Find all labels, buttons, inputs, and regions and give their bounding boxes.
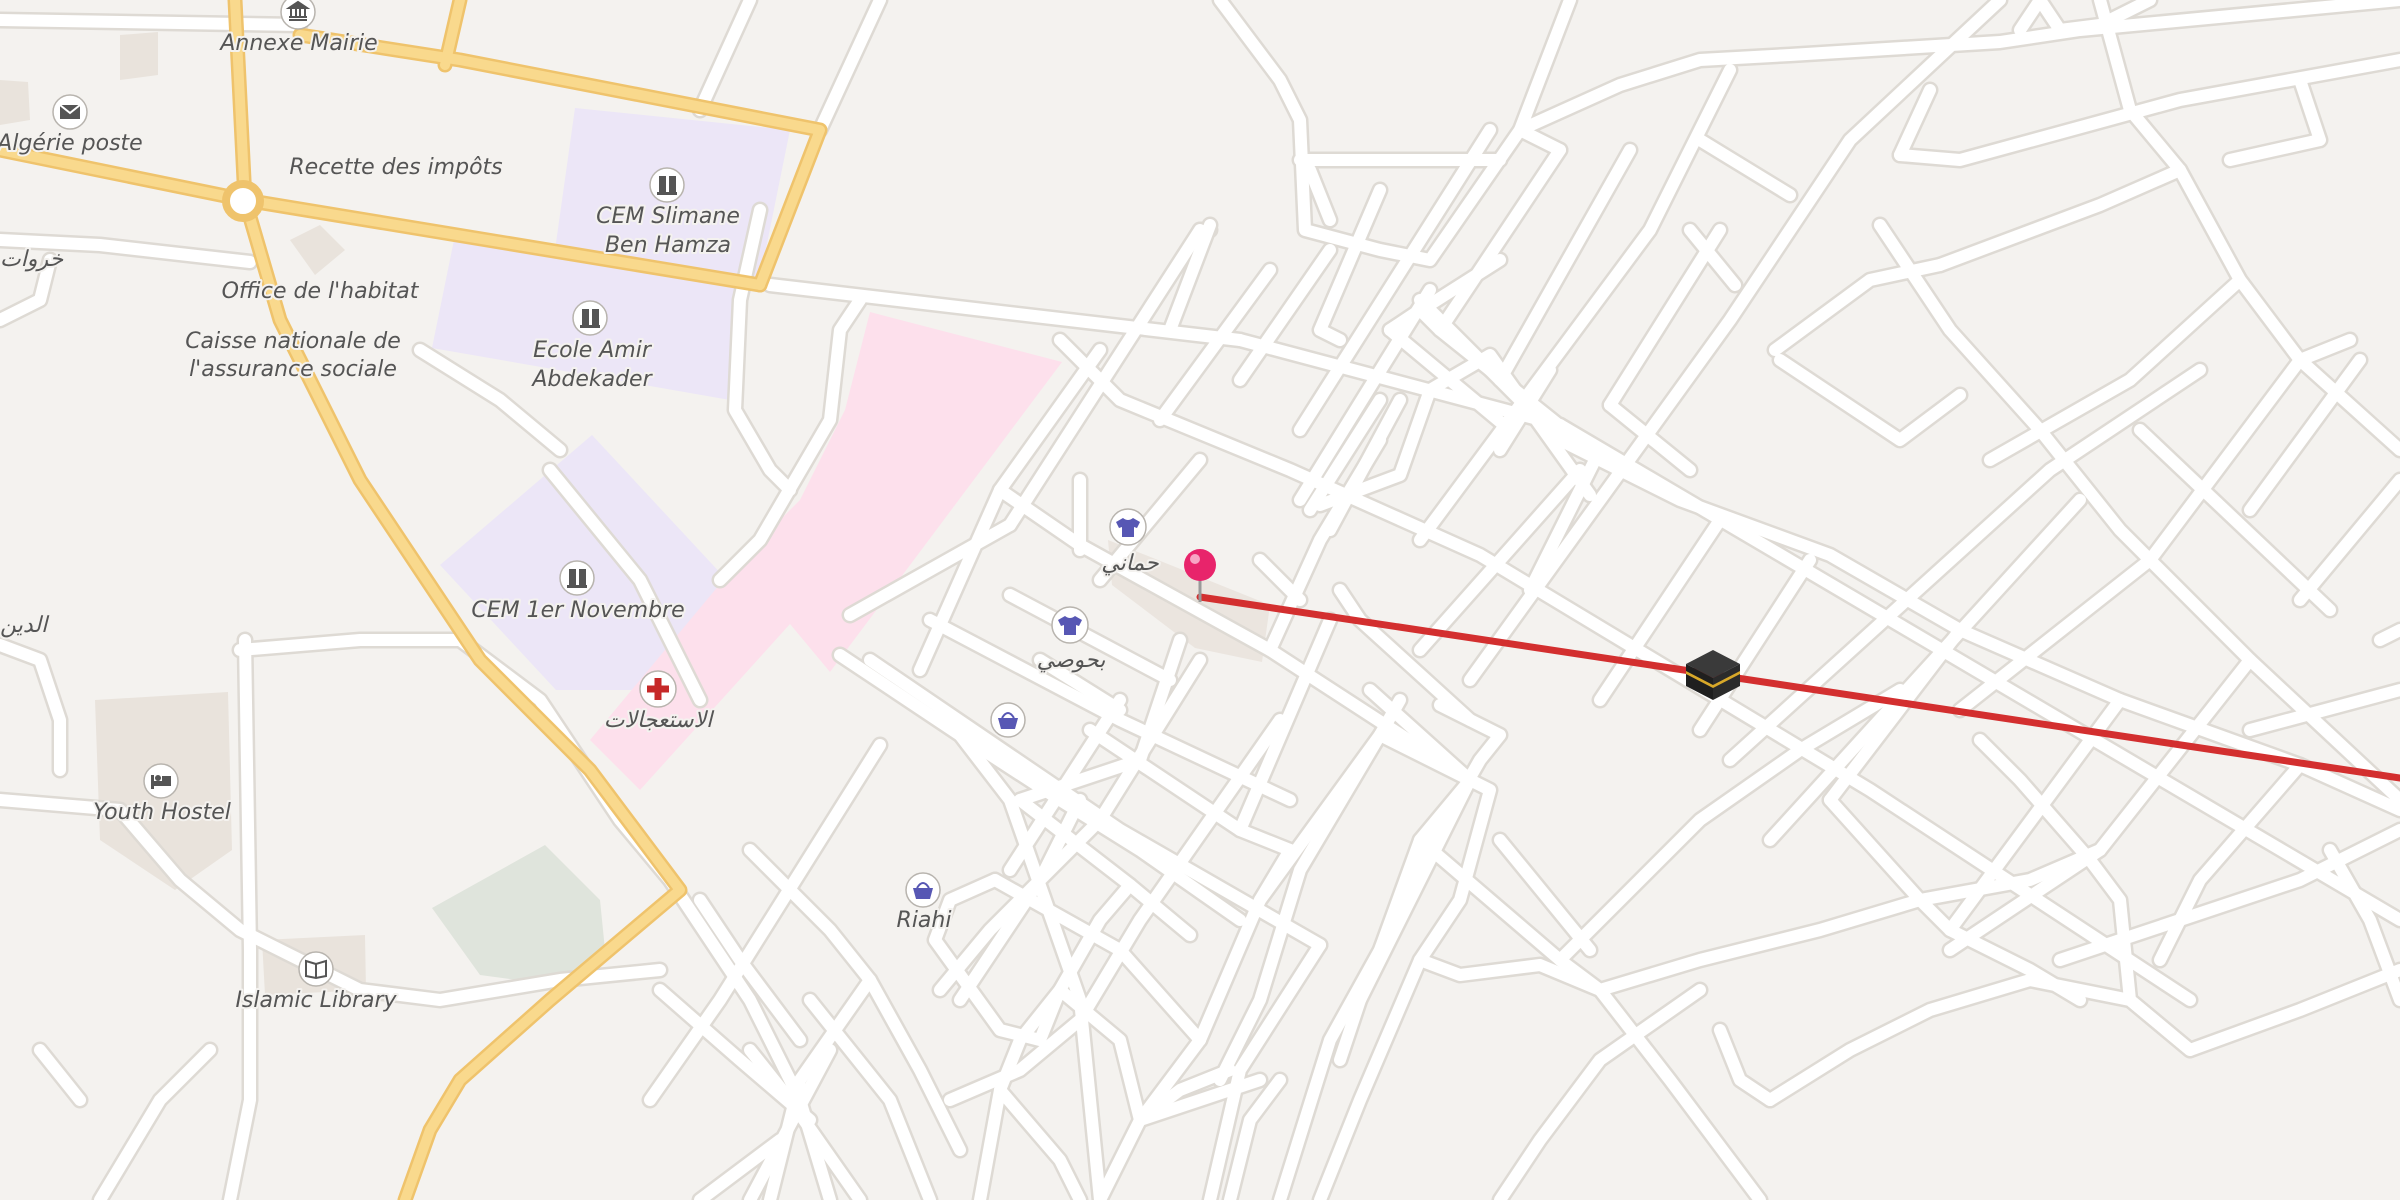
label-cem-1er: CEM 1er Novembre (471, 598, 684, 623)
label-cem-slimane-1: CEM Slimane (596, 204, 740, 229)
mail-icon[interactable] (52, 94, 88, 130)
shopping-basket-icon[interactable] (990, 702, 1026, 738)
label-caisse-2: l'assurance sociale (189, 357, 397, 382)
label-urgences: الاستعجالات (604, 708, 715, 733)
town-hall-icon[interactable] (280, 0, 316, 30)
label-riahi: Riahi (897, 908, 952, 933)
label-eddine: الدين (0, 613, 50, 638)
label-recette-impots: Recette des impôts (289, 155, 502, 180)
bed-icon[interactable] (143, 763, 179, 799)
label-algerie-poste: Algérie poste (0, 131, 143, 156)
label-kharrouat: خروات (0, 247, 64, 272)
label-youth-hostel: Youth Hostel (93, 800, 231, 825)
clothes-shop-icon[interactable] (1051, 606, 1089, 644)
hospital-cross-icon[interactable] (639, 670, 677, 708)
building-left (0, 80, 30, 125)
book-icon[interactable] (298, 951, 334, 987)
school-icon[interactable] (559, 560, 595, 596)
map-canvas[interactable]: Annexe Mairie Algérie poste Recette des … (0, 0, 2400, 1200)
label-hammani: حماني (1101, 551, 1159, 576)
label-ecole-2: Abdekader (530, 367, 653, 392)
label-cem-slimane-2: Ben Hamza (605, 233, 731, 258)
school-icon[interactable] (649, 167, 685, 203)
clothes-shop-icon[interactable] (1109, 508, 1147, 546)
shopping-basket-icon[interactable] (905, 872, 941, 908)
label-bahoussi: بحوصي (1037, 648, 1106, 673)
label-annexe-mairie: Annexe Mairie (218, 31, 377, 56)
label-islamic-library: Islamic Library (235, 988, 397, 1013)
label-caisse-1: Caisse nationale de (185, 329, 401, 354)
roundabout (222, 180, 264, 222)
building-top-left (120, 32, 158, 80)
label-office-habitat: Office de l'habitat (222, 279, 420, 304)
school-icon[interactable] (572, 300, 608, 336)
label-ecole-1: Ecole Amir (533, 338, 653, 363)
